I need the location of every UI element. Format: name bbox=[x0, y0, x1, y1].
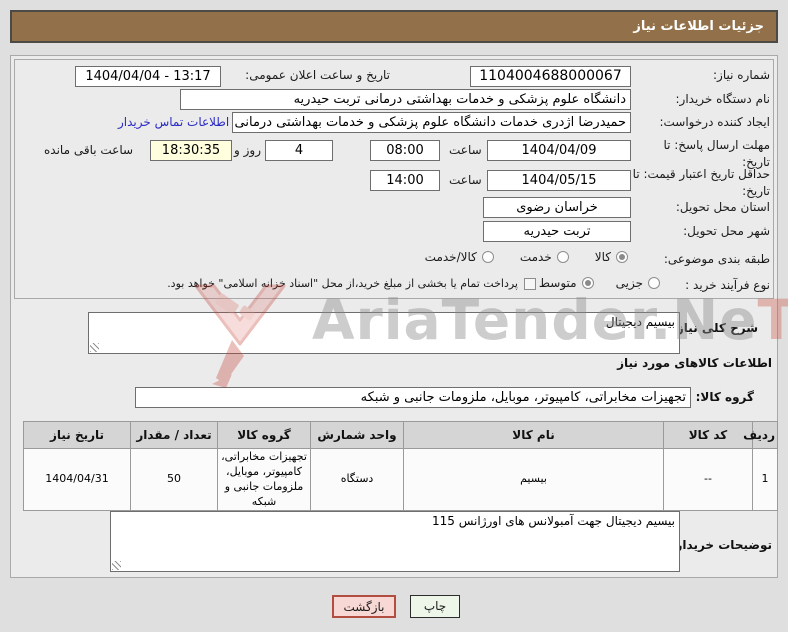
minor-radio-label: جزیی bbox=[615, 276, 643, 290]
page-title: جزئیات اطلاعات نیاز bbox=[10, 10, 778, 43]
price-validity-time-field[interactable]: 14:00 bbox=[370, 170, 440, 191]
announce-datetime-field[interactable]: 1404/04/04 - 13:17 bbox=[75, 66, 221, 87]
treasury-payment-option: پرداخت تمام یا بخشی از مبلغ خرید،از محل … bbox=[167, 277, 536, 290]
announce-datetime-label: تاریخ و ساعت اعلان عمومی: bbox=[245, 68, 390, 82]
goods-table: ردیف کد کالا نام کالا واحد شمارش گروه کا… bbox=[23, 421, 778, 512]
category-class-options: کالا خدمت کالا/خدمت bbox=[425, 250, 628, 264]
cell-unit: دستگاه bbox=[310, 447, 404, 512]
remaining-days-field[interactable]: 4 bbox=[265, 140, 333, 161]
cell-quantity: 50 bbox=[130, 447, 218, 512]
resize-grip-icon[interactable] bbox=[90, 343, 99, 352]
price-validity-hour-label: ساعت bbox=[449, 173, 482, 187]
buyer-contact-link[interactable]: اطلاعات تماس خریدار bbox=[118, 115, 229, 129]
purchase-option-medium: متوسط bbox=[539, 276, 594, 290]
service-radio-label: خدمت bbox=[519, 250, 552, 264]
remaining-time-field[interactable]: 18:30:35 bbox=[150, 140, 232, 161]
purchase-type-options: جزیی متوسط bbox=[539, 276, 660, 290]
purchase-type-label: نوع فرآیند خرید : bbox=[685, 278, 770, 292]
need-details-page: جزئیات اطلاعات نیاز شماره نیاز: 11040046… bbox=[0, 0, 788, 632]
delivery-province-label: استان محل تحویل: bbox=[675, 200, 770, 214]
general-description-textarea[interactable]: بیسیم دیجیتال bbox=[88, 312, 680, 354]
col-quantity: تعداد / مقدار bbox=[130, 421, 218, 449]
cell-item-name: بیسیم bbox=[403, 447, 664, 512]
cell-row-number: 1 bbox=[752, 447, 778, 512]
cell-need-date: 1404/04/31 bbox=[23, 447, 131, 512]
days-and-label: روز و bbox=[234, 143, 261, 157]
delivery-city-field[interactable]: تربت حیدریه bbox=[483, 221, 631, 242]
hours-remaining-label: ساعت باقی مانده bbox=[44, 143, 134, 157]
treasury-payment-label: پرداخت تمام یا بخشی از مبلغ خرید،از محل … bbox=[167, 277, 518, 290]
need-number-label: شماره نیاز: bbox=[713, 68, 770, 82]
goods-table-header-row: ردیف کد کالا نام کالا واحد شمارش گروه کا… bbox=[23, 421, 778, 449]
buyer-notes-label: توضیحات خریدار: bbox=[670, 538, 772, 552]
col-row-number: ردیف bbox=[743, 421, 778, 449]
col-item-name: نام کالا bbox=[403, 421, 664, 449]
general-description-label: شرح کلی نیاز: bbox=[672, 321, 758, 335]
goods-table-row: 1 -- بیسیم دستگاه تجهیزات مخابراتی، کامپ… bbox=[23, 447, 778, 512]
price-validity-label: حداقل تاریخ اعتبار قیمت: تا تاریخ: bbox=[632, 167, 770, 199]
goods-service-radio[interactable] bbox=[481, 251, 494, 263]
col-item-code: کد کالا bbox=[663, 421, 753, 449]
goods-group-field[interactable]: تجهیزات مخابراتی، کامپیوتر، موبایل، ملزو… bbox=[135, 387, 691, 408]
buyer-org-label: نام دستگاه خریدار: bbox=[675, 92, 771, 106]
reply-deadline-time-field[interactable]: 08:00 bbox=[370, 140, 440, 161]
category-class-label: طبقه بندی موضوعی: bbox=[663, 252, 770, 266]
requester-field[interactable]: حمیدرضا اژدری خدمات دانشگاه علوم پزشکی و… bbox=[232, 112, 631, 133]
goods-service-radio-label: کالا/خدمت bbox=[424, 250, 477, 264]
delivery-province-field[interactable]: خراسان رضوی bbox=[483, 197, 631, 218]
category-option-goods-service: کالا/خدمت bbox=[425, 250, 494, 264]
cell-group: تجهیزات مخابراتی، کامپیوتر، موبایل، ملزو… bbox=[217, 447, 311, 512]
medium-radio-label: متوسط bbox=[538, 276, 577, 290]
need-number-field[interactable]: 1104004688000067 bbox=[470, 66, 631, 87]
back-button[interactable]: بازگشت bbox=[332, 595, 396, 618]
service-radio[interactable] bbox=[556, 251, 569, 263]
goods-group-label: گروه کالا: bbox=[695, 390, 754, 404]
buyer-notes-textarea[interactable]: بیسیم دیجیتال جهت آمبولانس های اورژانس 1… bbox=[110, 511, 680, 572]
reply-deadline-date-field[interactable]: 1404/04/09 bbox=[487, 140, 631, 161]
goods-section-header: اطلاعات کالاهای مورد نیاز bbox=[617, 356, 772, 370]
reply-deadline-hour-label: ساعت bbox=[449, 143, 482, 157]
col-unit: واحد شمارش bbox=[310, 421, 404, 449]
category-option-service: خدمت bbox=[520, 250, 569, 264]
general-description-value: بیسیم دیجیتال bbox=[605, 315, 675, 329]
goods-radio[interactable] bbox=[616, 251, 628, 263]
goods-radio-label: کالا bbox=[594, 250, 611, 264]
print-button[interactable]: چاپ bbox=[410, 595, 460, 618]
buyer-notes-value: بیسیم دیجیتال جهت آمبولانس های اورژانس 1… bbox=[432, 514, 675, 528]
minor-radio[interactable] bbox=[648, 277, 660, 289]
col-need-date: تاریخ نیاز bbox=[23, 421, 131, 449]
category-option-goods: کالا bbox=[595, 250, 628, 264]
delivery-city-label: شهر محل تحویل: bbox=[683, 224, 770, 238]
resize-grip-icon[interactable] bbox=[112, 561, 121, 570]
price-validity-date-field[interactable]: 1404/05/15 bbox=[487, 170, 631, 191]
col-group: گروه کالا bbox=[217, 421, 311, 449]
treasury-payment-checkbox[interactable] bbox=[524, 277, 536, 290]
requester-label: ایجاد کننده درخواست: bbox=[659, 115, 770, 129]
purchase-option-minor: جزیی bbox=[616, 276, 660, 290]
buyer-org-field[interactable]: دانشگاه علوم پزشکی و خدمات بهداشتی درمان… bbox=[180, 89, 631, 110]
medium-radio[interactable] bbox=[581, 277, 594, 289]
cell-item-code: -- bbox=[663, 447, 753, 512]
